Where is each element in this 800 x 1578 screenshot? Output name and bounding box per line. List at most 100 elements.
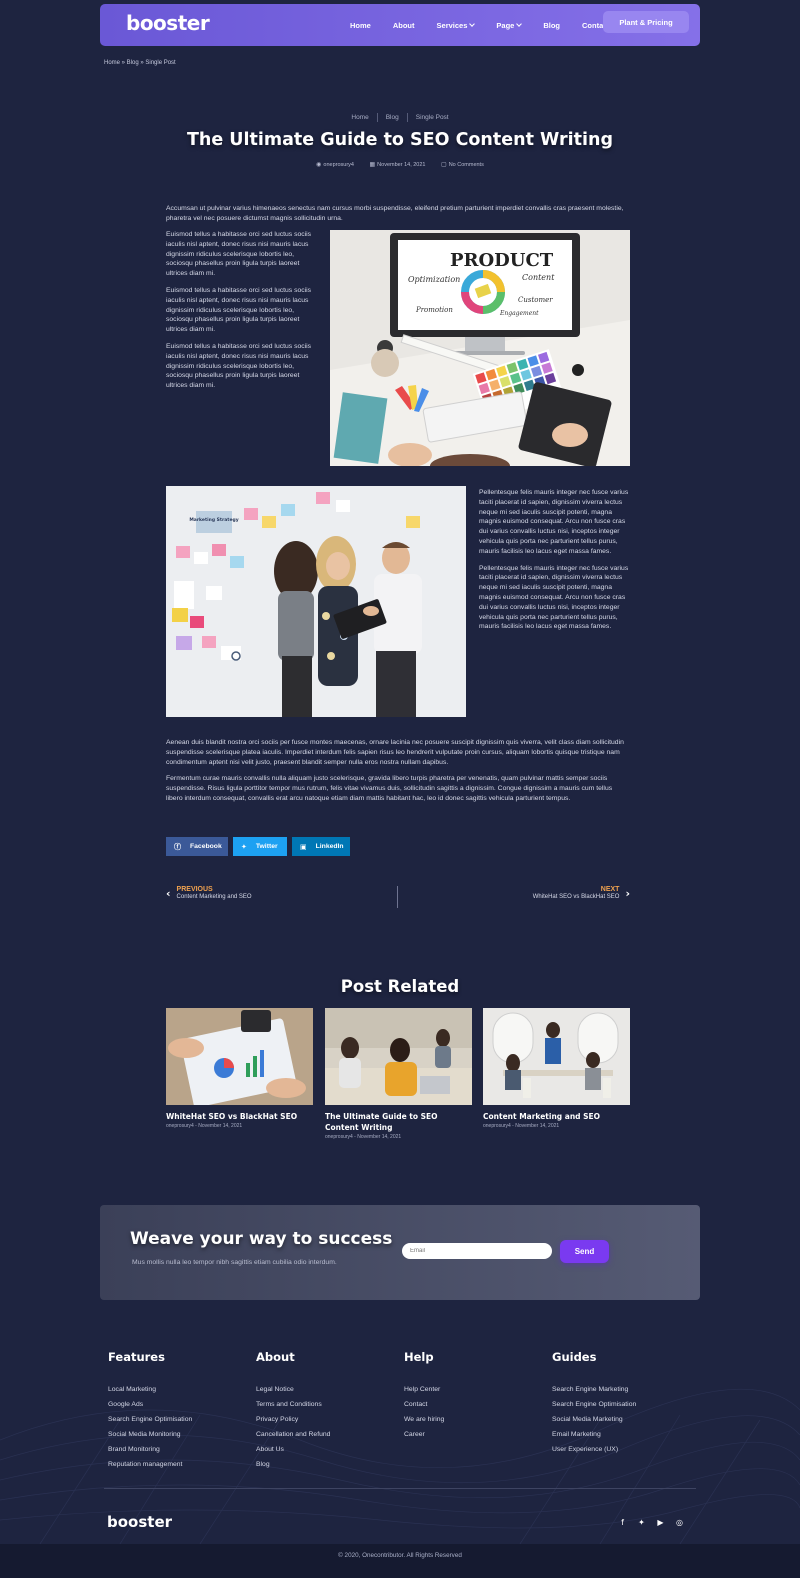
share-facebook-button[interactable]: ⓕ Facebook xyxy=(166,837,228,856)
newsletter-box: Weave your way to success Mus mollis nul… xyxy=(100,1205,700,1300)
breadcrumb-blog[interactable]: Blog xyxy=(386,114,399,121)
left-text-column: Euismod tellus a habitasse orci sed luct… xyxy=(166,230,318,398)
footer-link[interactable]: We are hiring xyxy=(404,1412,444,1427)
related-title[interactable]: The Ultimate Guide to SEO Content Writin… xyxy=(325,1111,472,1133)
divider xyxy=(397,886,398,908)
paragraph: Euismod tellus a habitasse orci sed luct… xyxy=(166,231,312,278)
facebook-icon[interactable]: f xyxy=(618,1518,627,1527)
previous-post-link[interactable]: ‹ PREVIOUS Content Marketing and SEO xyxy=(166,886,252,900)
related-thumbnail[interactable] xyxy=(483,1008,630,1105)
related-title[interactable]: WhiteHat SEO vs BlackHat SEO xyxy=(166,1111,313,1122)
footer-link[interactable]: About Us xyxy=(256,1442,330,1457)
related-heading: Post Related xyxy=(340,977,460,996)
newsletter-subtitle: Mus mollis nulla leo tempor nibh sagitti… xyxy=(132,1259,337,1266)
footer-link[interactable]: Email Marketing xyxy=(552,1427,636,1442)
related-card[interactable]: Content Marketing and SEO oneprosury4 - … xyxy=(483,1008,630,1129)
nav-page[interactable]: Page xyxy=(496,21,523,30)
svg-text:Optimization: Optimization xyxy=(408,275,460,284)
post-date: ▦ November 14, 2021 xyxy=(369,162,426,168)
footer-link[interactable]: Search Engine Optimisation xyxy=(552,1397,636,1412)
footer-link[interactable]: Reputation management xyxy=(108,1457,192,1472)
copyright-text: © 2020, Onecontributor. All Rights Reser… xyxy=(338,1552,462,1559)
share-twitter-button[interactable]: ✦ Twitter xyxy=(233,837,287,856)
breadcrumb: Home Blog Single Post xyxy=(0,113,800,122)
nav-about[interactable]: About xyxy=(393,21,415,30)
footer-link[interactable]: Google Ads xyxy=(108,1397,192,1412)
main-nav: Home About Services Page Blog Contact xyxy=(350,4,632,46)
related-thumbnail[interactable] xyxy=(166,1008,313,1105)
footer-link[interactable]: Social Media Monitoring xyxy=(108,1427,192,1442)
svg-text:Engagement: Engagement xyxy=(499,310,539,317)
breadcrumb-home[interactable]: Home xyxy=(351,114,368,121)
footer-link[interactable]: Brand Monitoring xyxy=(108,1442,192,1457)
comment-icon: ▢ xyxy=(441,162,447,168)
footer-link[interactable]: Blog xyxy=(256,1457,330,1472)
footer-link[interactable]: Legal Notice xyxy=(256,1382,330,1397)
top-breadcrumb[interactable]: Home » Blog » Single Post xyxy=(104,60,176,66)
footer-column-guides: Guides Search Engine Marketing Search En… xyxy=(552,1350,636,1457)
svg-text:Content: Content xyxy=(522,273,555,282)
paragraph: Euismod tellus a habitasse orci sed luct… xyxy=(166,286,312,334)
footer-heading: Features xyxy=(108,1350,165,1364)
footer-link[interactable]: Help Center xyxy=(404,1382,444,1397)
footer-link[interactable]: Privacy Policy xyxy=(256,1412,330,1427)
nav-services[interactable]: Services xyxy=(437,21,476,30)
footer-heading: Guides xyxy=(552,1350,597,1364)
post-navigation: ‹ PREVIOUS Content Marketing and SEO NEX… xyxy=(166,886,630,908)
email-field[interactable] xyxy=(402,1243,552,1259)
svg-text:Customer: Customer xyxy=(518,296,553,304)
related-card[interactable]: The Ultimate Guide to SEO Content Writin… xyxy=(325,1008,472,1140)
facebook-icon: ⓕ xyxy=(174,842,181,851)
paragraph: Pellentesque felis mauris integer nec fu… xyxy=(479,564,629,631)
svg-text:Promotion: Promotion xyxy=(415,306,453,314)
pricing-button[interactable]: Plant & Pricing xyxy=(603,11,689,33)
related-card[interactable]: WhiteHat SEO vs BlackHat SEO oneprosury4… xyxy=(166,1008,313,1129)
footer-link[interactable]: User Experience (UX) xyxy=(552,1442,636,1457)
instagram-icon[interactable]: ◎ xyxy=(675,1518,684,1527)
twitter-icon: ✦ xyxy=(241,842,247,851)
calendar-icon: ▦ xyxy=(369,162,376,168)
footer-heading: About xyxy=(256,1350,295,1364)
youtube-icon[interactable]: ▶ xyxy=(656,1518,665,1527)
next-post-link[interactable]: NEXT WhiteHat SEO vs BlackHat SEO › xyxy=(533,886,630,900)
chevron-left-icon: ‹ xyxy=(166,886,171,900)
footer-link[interactable]: Social Media Marketing xyxy=(552,1412,636,1427)
chevron-right-icon: › xyxy=(625,886,630,900)
related-meta: oneprosury4 - November 14, 2021 xyxy=(166,1123,243,1129)
social-links: f ✦ ▶ ◎ xyxy=(618,1518,684,1527)
site-logo[interactable]: booster xyxy=(126,11,210,35)
related-meta: oneprosury4 - November 14, 2021 xyxy=(325,1134,402,1140)
footer-link[interactable]: Search Engine Marketing xyxy=(552,1382,636,1397)
footer-logo[interactable]: booster xyxy=(107,1513,172,1531)
footer-divider xyxy=(104,1488,696,1489)
user-icon: ◉ xyxy=(316,162,322,168)
post-title: The Ultimate Guide to SEO Content Writin… xyxy=(186,130,614,150)
footer-column-about: About Legal Notice Terms and Conditions … xyxy=(256,1350,330,1472)
nav-blog[interactable]: Blog xyxy=(543,21,560,30)
footer-link[interactable]: Contact xyxy=(404,1397,444,1412)
related-meta: oneprosury4 - November 14, 2021 xyxy=(483,1123,560,1129)
chevron-down-icon xyxy=(516,21,523,27)
right-text-column: Pellentesque felis mauris integer nec fu… xyxy=(479,488,630,639)
post-comments[interactable]: ▢ No Comments xyxy=(441,162,484,168)
footer-column-help: Help Help Center Contact We are hiring C… xyxy=(404,1350,444,1442)
footer-link[interactable]: Local Marketing xyxy=(108,1382,192,1397)
site-header: booster Home About Services Page Blog Co… xyxy=(100,4,700,46)
paragraph: Aenean duis blandit nostra orci sociis p… xyxy=(166,739,624,766)
post-author[interactable]: ◉ oneprosury4 xyxy=(316,162,354,168)
footer-link[interactable]: Career xyxy=(404,1427,444,1442)
related-thumbnail[interactable] xyxy=(325,1008,472,1105)
footer-link[interactable]: Search Engine Optimisation xyxy=(108,1412,192,1427)
send-button[interactable]: Send xyxy=(560,1240,609,1263)
share-linkedin-button[interactable]: ▣ LinkedIn xyxy=(292,837,350,856)
paragraph: Fermentum curae mauris convallis nulla a… xyxy=(166,775,613,802)
twitter-icon[interactable]: ✦ xyxy=(637,1518,646,1527)
footer-link[interactable]: Terms and Conditions xyxy=(256,1397,330,1412)
chevron-down-icon xyxy=(469,21,476,27)
related-title[interactable]: Content Marketing and SEO xyxy=(483,1111,630,1122)
nav-home[interactable]: Home xyxy=(350,21,371,30)
closing-text: Aenean duis blandit nostra orci sociis p… xyxy=(166,738,630,811)
team-meeting-image: Marketing Strategy xyxy=(166,486,466,717)
footer-link[interactable]: Cancellation and Refund xyxy=(256,1427,330,1442)
share-buttons: ⓕ Facebook ✦ Twitter ▣ LinkedIn xyxy=(166,837,350,856)
